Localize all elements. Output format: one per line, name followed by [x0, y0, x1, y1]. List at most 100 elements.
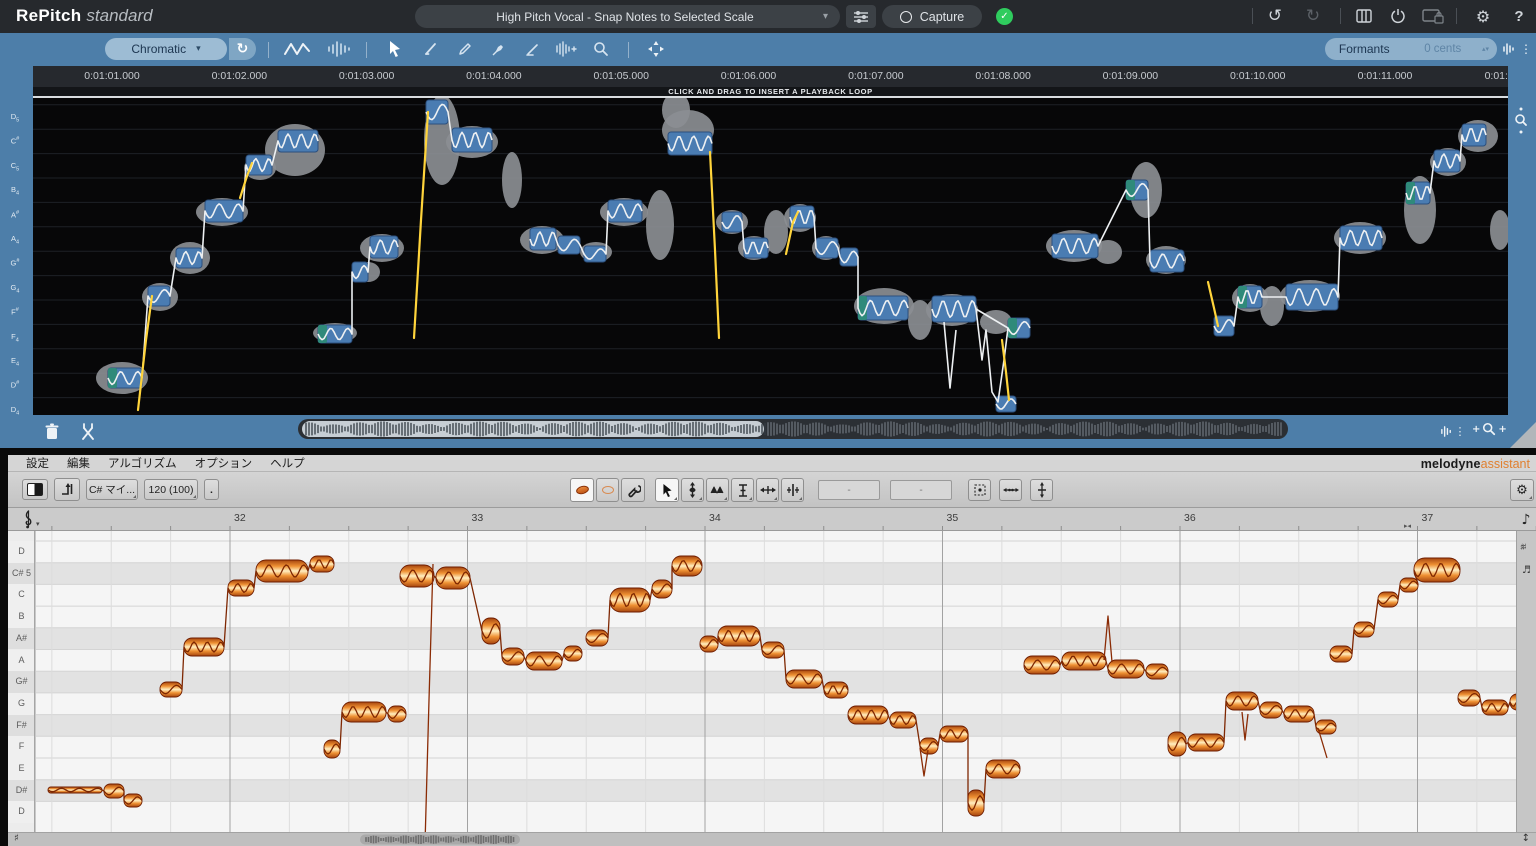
melodyne-window: 設定編集アルゴリズムオプションヘルプ melodyneassistant C# … — [0, 448, 1536, 846]
line-pen-icon — [525, 41, 541, 57]
capture-button[interactable]: Capture — [882, 5, 982, 28]
pitch-tool-button[interactable] — [681, 478, 704, 502]
retune-tool[interactable] — [552, 37, 580, 61]
arrow-tool-button[interactable] — [655, 478, 679, 502]
zoom-tool[interactable] — [588, 37, 614, 61]
scale-display-icon[interactable]: ♬ — [1522, 565, 1531, 576]
value-field-1[interactable]: - — [818, 480, 880, 500]
metronome-button[interactable]: . — [204, 479, 219, 500]
menu-item-settings[interactable]: 設定 — [26, 455, 49, 471]
settings-button[interactable]: ⚙ — [1472, 5, 1494, 27]
note-drift-handle[interactable] — [1126, 180, 1135, 200]
window-lock-button[interactable] — [1420, 7, 1446, 25]
magnifier-icon — [593, 41, 609, 57]
timing-tool-button[interactable] — [756, 478, 779, 502]
note-outline-tool-button[interactable] — [596, 478, 619, 502]
time-ruler[interactable]: 0:01:01.0000:01:02.0000:01:03.0000:01:04… — [33, 66, 1508, 87]
note-label: D5 — [0, 112, 30, 124]
waveform-thumb-section — [306, 421, 765, 436]
note-assignment-button[interactable] — [54, 478, 80, 501]
cursor-tool[interactable] — [382, 37, 408, 61]
trash-icon — [44, 423, 60, 441]
bypass-power-button[interactable] — [1388, 6, 1408, 26]
settings-gear-button[interactable]: ⚙ — [1510, 479, 1534, 501]
delete-button[interactable] — [40, 420, 64, 444]
waveform-view-button[interactable] — [1500, 39, 1518, 59]
note-separation-tool-button[interactable] — [781, 478, 804, 502]
note-drift-handle[interactable] — [1238, 286, 1247, 308]
pitch-row — [36, 541, 1516, 563]
vertical-spread-button[interactable] — [1030, 479, 1053, 501]
note-label: G# — [0, 258, 30, 268]
bar-ruler[interactable]: ▾ ▸◂ ♪ 323334353637 — [8, 508, 1536, 531]
resize-handle[interactable] — [1510, 422, 1536, 448]
menu-item-options[interactable]: オプション — [195, 455, 253, 471]
panels-button[interactable] — [1354, 7, 1374, 25]
formant-stepper-icon[interactable]: ▴▾ — [1482, 46, 1489, 52]
waveform-view-button-bottom[interactable] — [1438, 423, 1454, 439]
nib-pen-tool[interactable] — [486, 37, 512, 61]
pencil-tool[interactable] — [452, 37, 478, 61]
menu-item-help[interactable]: ヘルプ — [270, 455, 305, 471]
app-root: RePitch standard High Pitch Vocal - Snap… — [0, 0, 1536, 846]
preset-label: High Pitch Vocal - Snap Notes to Selecte… — [427, 10, 823, 24]
main-tool-button[interactable] — [570, 478, 594, 502]
key-select[interactable]: C# マイ... — [86, 479, 138, 500]
undo-button[interactable]: ↺ — [1264, 5, 1286, 27]
v-spread-icon — [1036, 482, 1048, 498]
pitch-row-label: D — [8, 541, 35, 563]
sidebar-toggle-button[interactable] — [22, 479, 48, 500]
horizontal-spread-button[interactable] — [999, 479, 1022, 501]
time-ruler-label: 0:01:06.000 — [721, 70, 776, 82]
vertical-zoom-button[interactable] — [1510, 104, 1532, 138]
note-drift-handle[interactable] — [1406, 182, 1415, 204]
auto-scroll-button[interactable] — [968, 479, 991, 501]
formant-tool-button[interactable] — [731, 478, 754, 502]
timeline-overview-waveform[interactable] — [8, 833, 1536, 846]
pitch-row-label: A — [8, 650, 35, 672]
pitch-row — [36, 801, 1516, 823]
help-button[interactable]: ? — [1510, 5, 1528, 27]
move-icon — [647, 40, 665, 58]
menu-item-algorithm[interactable]: アルゴリズム — [108, 455, 177, 471]
scale-select[interactable]: Chromatic ▾ — [105, 38, 227, 60]
preset-select[interactable]: High Pitch Vocal - Snap Notes to Selecte… — [415, 5, 840, 28]
move-tool[interactable] — [642, 37, 670, 61]
note-drift-handle[interactable] — [1008, 318, 1017, 338]
wrench-tool-button[interactable] — [621, 478, 645, 502]
horizontal-scrollbar[interactable] — [298, 419, 1288, 439]
note-label: C5 — [0, 161, 30, 173]
preset-settings-button[interactable] — [846, 5, 876, 28]
note-label: F4 — [0, 332, 30, 344]
scale-refresh-button[interactable]: ↻ — [229, 38, 256, 60]
columns-icon — [1356, 9, 1372, 23]
waveform-toggle[interactable] — [324, 39, 356, 59]
formants-value[interactable]: 0 cents — [1403, 43, 1481, 55]
bottom-updown-icon[interactable]: ↕ — [1522, 833, 1530, 844]
horizontal-zoom-button[interactable]: + + — [1472, 422, 1507, 436]
line-pen-tool[interactable] — [520, 37, 546, 61]
pitch-editor-canvas[interactable] — [33, 98, 1508, 415]
pitch-row-label: E — [8, 758, 35, 780]
view-menu-button[interactable]: ⋮ — [1521, 39, 1531, 59]
chevron-down-icon: ▾ — [823, 11, 828, 22]
pitch-drift-blob — [1490, 210, 1508, 250]
arrow-tool-icon — [661, 483, 674, 498]
playback-loop-bar[interactable]: CLICK AND DRAG TO INSERT A PLAYBACK LOOP — [33, 87, 1508, 98]
menu-item-edit[interactable]: 編集 — [67, 455, 90, 471]
chevron-down-icon: ▾ — [196, 44, 201, 54]
time-ruler-label: 0:01:12.000 — [1485, 70, 1508, 82]
melodyne-editor-canvas[interactable] — [0, 531, 1536, 832]
formants-toggle[interactable]: Formants — [1325, 42, 1403, 56]
vibrato-tool-button[interactable] — [706, 478, 729, 502]
redo-button[interactable]: ↻ — [1302, 5, 1324, 27]
pitch-curve-toggle[interactable] — [281, 39, 313, 59]
loop-hint-text: CLICK AND DRAG TO INSERT A PLAYBACK LOOP — [668, 87, 872, 96]
h-spread-icon — [1003, 484, 1019, 496]
tempo-display[interactable]: 120 (100) — [144, 479, 198, 500]
view-menu-button-bottom[interactable]: ⋮ — [1456, 423, 1464, 439]
key-signature-icon[interactable]: ♯♯ — [1520, 543, 1525, 553]
split-note-button[interactable] — [76, 420, 100, 444]
pen-tool[interactable] — [418, 37, 444, 61]
value-field-2[interactable]: - — [890, 480, 952, 500]
